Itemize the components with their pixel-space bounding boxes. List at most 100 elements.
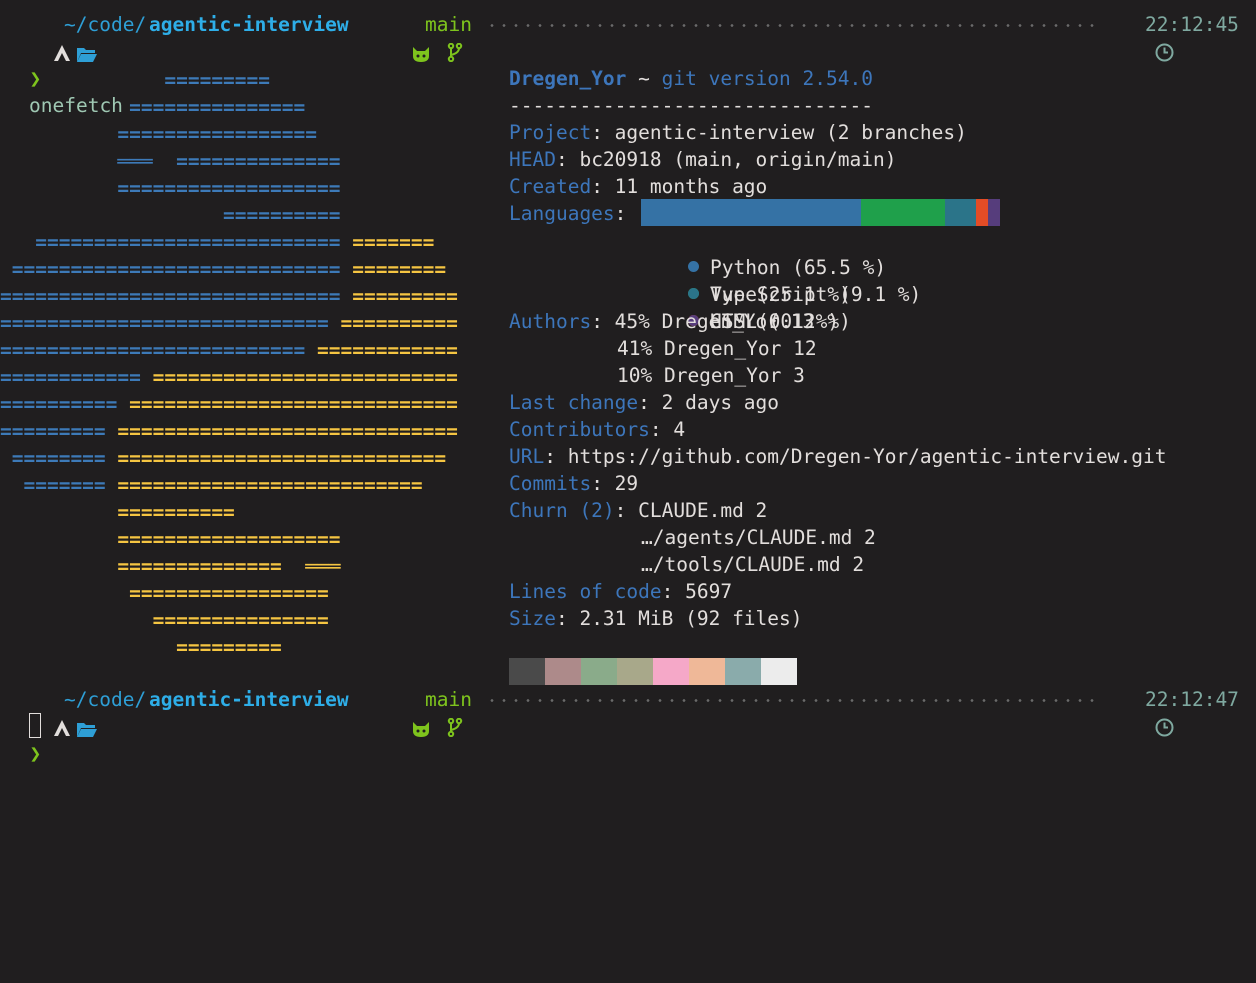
author-line: 41% Dregen_Yor 12 — [617, 337, 817, 360]
ascii-row: ================= — [0, 123, 317, 146]
palette-swatch — [581, 658, 617, 685]
ascii-row: ========== — [0, 204, 341, 227]
ascii-row: ============ ========================== — [0, 366, 458, 389]
head-key: HEAD — [509, 148, 556, 171]
prompt-fill-dots — [486, 24, 1098, 27]
path-prefix: ~/code/ — [64, 688, 147, 711]
prompt-time: 22:12:45 — [1145, 13, 1239, 36]
contributors-value: : 4 — [649, 418, 686, 441]
prompt-line: ~/code/ agentic-interview main 22:12:45 — [0, 11, 1256, 63]
palette-swatch — [545, 658, 581, 685]
ascii-row: ============================= ========= — [0, 285, 458, 308]
commits-value: : 29 — [591, 472, 639, 495]
ascii-row: ========= ============================= — [0, 420, 458, 443]
ascii-row: ============== ═══ — [0, 555, 341, 578]
ascii-row: =================== — [0, 528, 341, 551]
path-name: agentic-interview — [149, 13, 349, 36]
project-key: Project — [509, 121, 592, 144]
user-name: Dregen_Yor — [509, 67, 627, 90]
ascii-logo: ========= =============== ==============… — [0, 67, 480, 661]
palette-swatch — [653, 658, 689, 685]
path-prefix: ~/code/ — [64, 13, 147, 36]
ascii-row: =============== — [0, 609, 329, 632]
url-row: URL: https://github.com/Dregen-Yor/agent… — [509, 443, 1166, 470]
churn-file: : CLAUDE.md 2 — [614, 499, 768, 522]
language-bar-segment — [641, 199, 861, 226]
size-row: Size: 2.31 MiB (92 files) — [509, 605, 803, 632]
branch-name: main — [425, 688, 472, 711]
churn-file: …/tools/CLAUDE.md 2 — [641, 553, 865, 576]
ascii-row: =============== — [0, 96, 306, 119]
language-bar-segment — [976, 199, 988, 226]
created-row: Created: 11 months ago — [509, 173, 767, 200]
head-row: HEAD: bc20918 (main, origin/main) — [509, 146, 896, 173]
title-tilde: ~ — [626, 67, 662, 90]
contributors-row: Contributors: 4 — [509, 416, 685, 443]
ascii-row: ======= ========================== — [0, 474, 423, 497]
git-version: git version 2.54.0 — [661, 67, 873, 90]
branch-name: main — [425, 13, 472, 36]
churn-key: Churn (2) — [509, 499, 615, 522]
prompt-fill-dots — [486, 699, 1098, 702]
ascii-row: ========== — [0, 501, 235, 524]
palette-swatch — [725, 658, 761, 685]
loc-key: Lines of code — [509, 580, 662, 603]
churn-row: Churn (2): CLAUDE.md 2 — [509, 497, 767, 524]
head-value: : bc20918 (main, origin/main) — [555, 148, 897, 171]
ascii-row: ========= — [0, 636, 282, 659]
language-bar-segment — [988, 199, 1000, 226]
title-line: Dregen_Yor ~ git version 2.54.0 — [509, 65, 873, 92]
ascii-row: ================= — [0, 582, 329, 605]
prompt-time: 22:12:47 — [1145, 688, 1239, 711]
size-value: : 2.31 MiB (92 files) — [555, 607, 803, 630]
project-row: Project: agentic-interview (2 branches) — [509, 119, 967, 146]
ascii-row: ========================== ======= — [0, 231, 435, 254]
palette-swatch — [761, 658, 797, 685]
palette-swatch — [689, 658, 725, 685]
last-change-row: Last change: 2 days ago — [509, 389, 779, 416]
ascii-row: ============================ ======== — [0, 258, 447, 281]
authors-key: Authors — [509, 310, 592, 333]
ascii-row: ========= — [0, 69, 271, 92]
size-key: Size — [509, 607, 556, 630]
palette-swatch — [617, 658, 653, 685]
authors-row: Authors: 45% Dregen_Yor 13 — [509, 310, 815, 333]
ascii-row: ========== ============================ — [0, 393, 458, 416]
commits-row: Commits: 29 — [509, 470, 638, 497]
project-value: : agentic-interview (2 branches) — [591, 121, 967, 144]
language-bar — [641, 199, 1000, 226]
language-bar-segment — [945, 199, 976, 226]
last-change-key: Last change — [509, 391, 639, 414]
language-legend-row: Python (65.5 %) Vue (25.1 %) — [641, 227, 886, 306]
ascii-row: ========================== ============ — [0, 339, 458, 362]
url-value: : https://github.com/Dregen-Yor/agentic-… — [544, 445, 1167, 468]
palette-swatch — [509, 658, 545, 685]
last-change-value: : 2 days ago — [638, 391, 780, 414]
loc-row: Lines of code: 5697 — [509, 578, 732, 605]
language-legend-row: CSS (0.1 %) — [641, 281, 839, 333]
created-key: Created — [509, 175, 592, 198]
path-name: agentic-interview — [149, 688, 349, 711]
commits-key: Commits — [509, 472, 592, 495]
language-bar-segment — [861, 199, 945, 226]
languages-key: Languages — [509, 202, 615, 225]
languages-row: Languages: — [509, 200, 626, 227]
loc-value: : 5697 — [661, 580, 733, 603]
churn-file: …/agents/CLAUDE.md 2 — [641, 526, 876, 549]
language-legend-row: TypeScript (9.1 %) HTML (0.2 %) — [641, 254, 921, 333]
author-line: 45% Dregen_Yor 13 — [614, 310, 815, 333]
contributors-key: Contributors — [509, 418, 650, 441]
author-line: 10% Dregen_Yor 3 — [617, 364, 805, 387]
separator: ------------------------------- — [509, 94, 873, 117]
ascii-row: ======== ============================ — [0, 447, 447, 470]
color-palette — [509, 658, 797, 685]
command-line: ❯ onefetch — [6, 38, 123, 117]
ascii-row: =================== — [0, 177, 341, 200]
languages-colon: : — [614, 202, 627, 225]
created-value: : 11 months ago — [591, 175, 768, 198]
prompt-line: ~/code/ agentic-interview main 22:12:47 — [0, 686, 1256, 738]
terminal-cursor[interactable] — [29, 713, 41, 738]
prompt-char: ❯ — [29, 742, 42, 765]
ascii-row: ═══ ============== — [117, 150, 341, 173]
ascii-row: ============================ ========== — [0, 312, 458, 335]
